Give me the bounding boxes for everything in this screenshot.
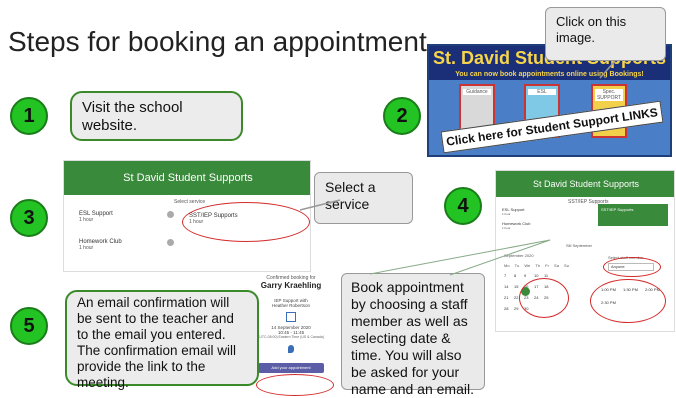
shot4-service-homework[interactable]: Homework Club 1 hour [502, 221, 530, 230]
info-icon [167, 211, 174, 218]
email-confirmation-callout: An email confirmation will be sent to th… [65, 290, 259, 390]
step-2-badge: 2 [383, 97, 421, 135]
click-image-callout: Click on this image. [545, 7, 666, 61]
shot4-service-esl[interactable]: ESL Support 1 hour [502, 207, 525, 216]
calendar-icon [286, 312, 296, 322]
location-icon [288, 345, 294, 353]
step-3-badge: 3 [10, 199, 48, 237]
shot4-service-selected[interactable]: SST/IEP Supports [598, 204, 668, 226]
add-appointment-button[interactable]: Add your appointment [258, 363, 324, 373]
step-5-badge: 5 [10, 307, 48, 345]
banner-subtitle: You can now book appointments online usi… [429, 70, 670, 80]
shot3-select-label: Select service [174, 199, 206, 205]
book-appointment-callout: Book appointment by choosing a staff mem… [341, 273, 485, 397]
weekday-row: Mo Tu We Th Fr Sa Su [504, 263, 569, 268]
step-4-badge: 4 [444, 187, 482, 225]
service-item-homework[interactable]: Homework Club 1 hour [79, 239, 122, 251]
time-highlight-ellipse [590, 279, 666, 323]
page-title: Steps for booking an appointment [8, 26, 427, 57]
shot3-header: St David Student Supports [64, 161, 310, 195]
visit-website-callout: Visit the school website. [70, 91, 243, 141]
info-icon [167, 239, 174, 246]
service-item-esl[interactable]: ESL Support 1 hour [79, 211, 113, 223]
shot4-header: St David Student Supports [496, 171, 674, 197]
service-highlight-ellipse [182, 202, 310, 242]
staff-highlight-ellipse [603, 257, 661, 277]
select-service-callout: Select a service [314, 172, 413, 224]
date-highlight-ellipse [519, 278, 569, 318]
step-1-badge: 1 [10, 97, 48, 135]
customer-name: Garry Kraehling [260, 281, 322, 290]
month-label: September 2020 [504, 253, 534, 258]
